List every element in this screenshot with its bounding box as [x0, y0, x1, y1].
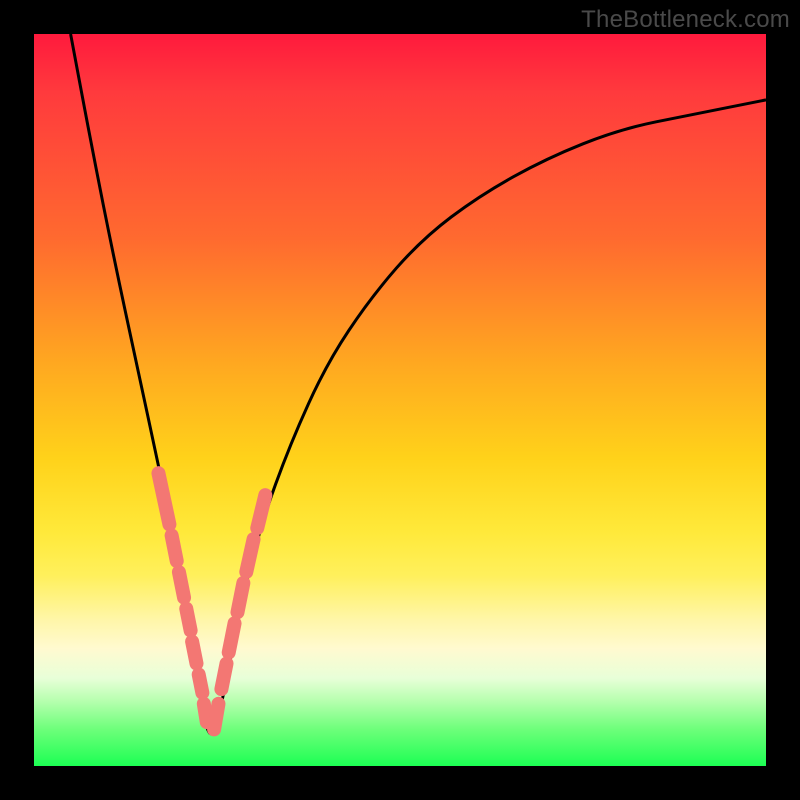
highlight-capsule — [237, 583, 243, 612]
highlight-capsule — [257, 495, 265, 528]
chart-frame: TheBottleneck.com — [0, 0, 800, 800]
highlight-capsule — [221, 664, 226, 690]
highlight-capsule — [186, 609, 190, 631]
bottleneck-curve — [71, 34, 766, 734]
watermark-text: TheBottleneck.com — [581, 6, 790, 34]
highlight-capsule — [229, 623, 235, 652]
highlight-capsule — [192, 642, 196, 664]
highlight-capsule — [179, 572, 184, 598]
highlight-capsule — [214, 704, 218, 730]
highlight-capsule — [246, 539, 253, 572]
highlight-capsules — [158, 473, 265, 729]
highlight-capsule — [172, 535, 177, 561]
chart-svg — [34, 34, 766, 766]
plot-area — [34, 34, 766, 766]
highlight-capsule — [199, 675, 203, 693]
highlight-capsule — [204, 704, 207, 722]
highlight-capsule — [158, 473, 169, 524]
